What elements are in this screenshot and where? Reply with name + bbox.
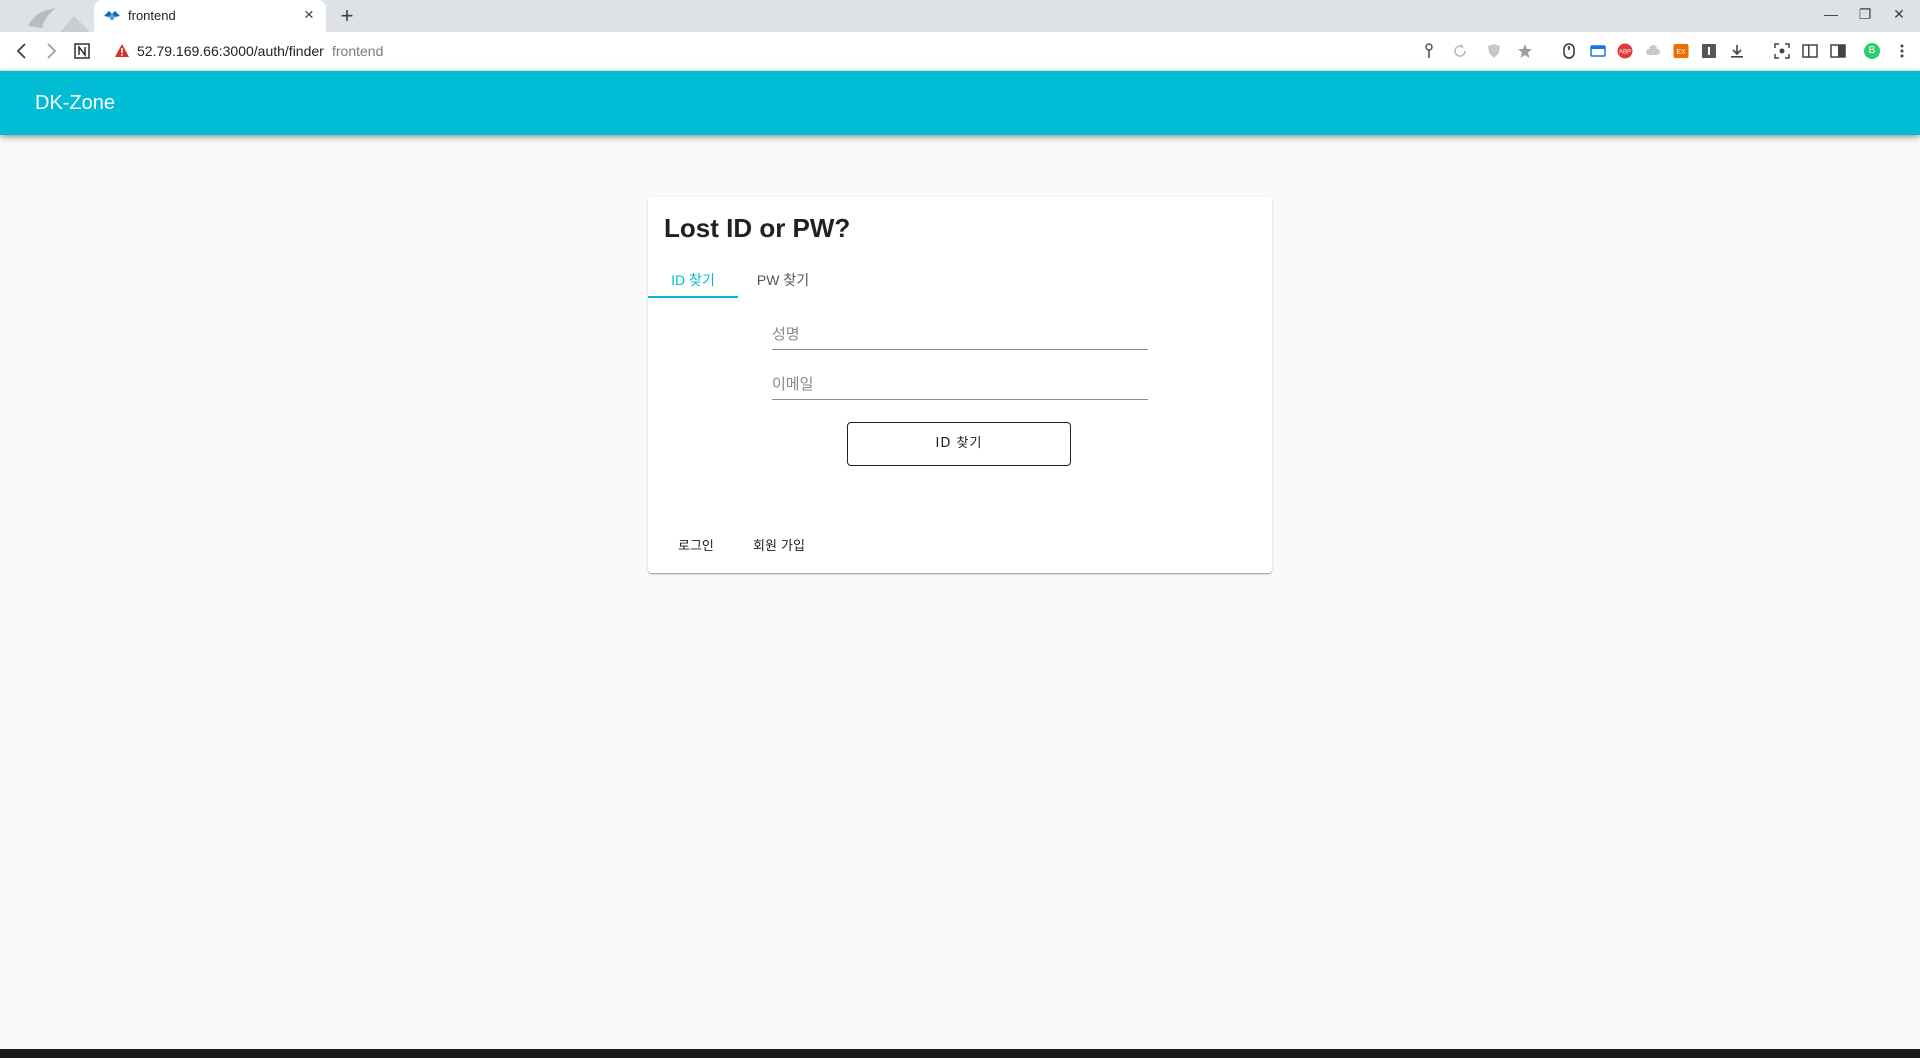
restore-icon[interactable]: ❐ xyxy=(1850,4,1880,24)
tab-title: frontend xyxy=(128,8,176,23)
forward-arrow-icon[interactable] xyxy=(40,40,62,62)
download-icon[interactable] xyxy=(1729,43,1745,59)
brand-title[interactable]: DK-Zone xyxy=(35,92,115,115)
back-arrow-icon[interactable] xyxy=(11,40,33,62)
profile-icon[interactable]: B xyxy=(1864,43,1880,59)
close-tab-icon[interactable]: × xyxy=(300,6,318,24)
star-icon[interactable] xyxy=(1517,43,1533,59)
browser-tab-strip: frontend × + — ❐ ✕ xyxy=(0,0,1920,32)
menu-icon[interactable] xyxy=(1894,43,1910,59)
find-id-button[interactable]: ID 찾기 xyxy=(847,422,1071,466)
vue-logo-icon xyxy=(104,11,120,21)
finder-card: Lost ID or PW? ID 찾기 PW 찾기 ID 찾기 로그인 회원 … xyxy=(648,197,1272,573)
minimize-icon[interactable]: — xyxy=(1816,4,1846,24)
split-icon[interactable] xyxy=(1830,43,1846,59)
email-input[interactable] xyxy=(772,375,1148,393)
refresh-icon[interactable] xyxy=(1452,43,1468,59)
browser-tab-active[interactable]: frontend × xyxy=(94,0,326,32)
new-tab-button[interactable]: + xyxy=(336,5,358,27)
shield-icon[interactable] xyxy=(1486,43,1502,59)
close-window-icon[interactable]: ✕ xyxy=(1884,4,1914,24)
browser-toolbar: 52.79.169.66:3000/auth/finder frontend A… xyxy=(0,32,1920,71)
ex-icon[interactable]: EX xyxy=(1673,43,1689,59)
os-taskbar xyxy=(0,1049,1920,1058)
cloud-icon[interactable] xyxy=(1645,43,1661,59)
screenshot-icon[interactable] xyxy=(1774,43,1790,59)
address-bar-url[interactable]: 52.79.169.66:3000/auth/finder xyxy=(137,43,324,59)
signup-link[interactable]: 회원 가입 xyxy=(753,535,805,554)
tab-decoration-icon xyxy=(28,8,90,32)
email-field xyxy=(772,363,1148,400)
active-tab-indicator xyxy=(648,296,738,298)
tab-find-pw[interactable]: PW 찾기 xyxy=(738,262,828,298)
svg-text:EX: EX xyxy=(1676,49,1686,56)
name-input[interactable] xyxy=(772,325,1148,343)
app-bar: DK-Zone xyxy=(0,71,1920,135)
mouse-icon[interactable] xyxy=(1561,43,1577,59)
reader-icon[interactable] xyxy=(1701,43,1717,59)
window-icon[interactable] xyxy=(1590,43,1606,59)
sidebar-icon[interactable] xyxy=(1802,43,1818,59)
svg-text:ABP: ABP xyxy=(1619,50,1631,56)
tab-find-id[interactable]: ID 찾기 xyxy=(648,262,738,298)
address-bar-page-title: frontend xyxy=(332,43,384,59)
key-icon[interactable] xyxy=(1421,43,1437,59)
not-secure-warning-icon[interactable] xyxy=(114,43,130,58)
notion-icon[interactable] xyxy=(71,40,93,62)
card-title: Lost ID or PW? xyxy=(664,213,851,243)
name-field xyxy=(772,313,1148,350)
login-link[interactable]: 로그인 xyxy=(678,535,714,554)
adblock-icon[interactable]: ABP xyxy=(1617,43,1633,59)
